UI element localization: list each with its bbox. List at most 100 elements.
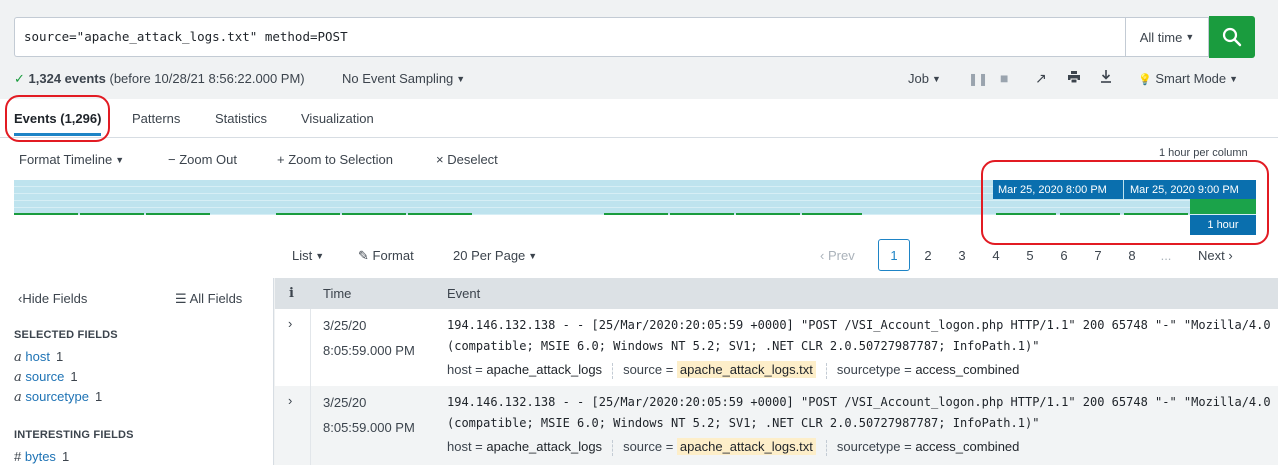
bulb-icon: 💡 [1138,74,1152,86]
field-value-host[interactable]: apache_attack_logs [486,362,602,377]
row-expander[interactable] [275,386,311,465]
close-icon: × [436,152,444,167]
field-separator [825,439,827,456]
event-date: 3/25/20 [323,395,367,410]
search-button[interactable] [1209,16,1255,58]
pause-icon[interactable]: ❚❚ [968,72,988,86]
field-item-source[interactable]: a source 1 [14,369,78,385]
timeline-bar[interactable] [736,213,800,215]
chevron-down-icon: ▼ [1185,32,1195,42]
field-value-host[interactable]: apache_attack_logs [486,439,602,454]
event-time: 8:05:59.000 PM [323,420,415,435]
field-item-bytes[interactable]: # bytes 1 [14,449,69,464]
next-page-button[interactable]: Next › [1198,248,1233,263]
stop-icon[interactable]: ■ [1000,70,1008,86]
search-mode-dropdown[interactable]: 💡 Smart Mode ▼ [1138,71,1238,86]
zoom-out-label: Zoom Out [179,152,238,167]
timeline-bar[interactable] [14,213,78,215]
format-timeline-label: Format Timeline [19,152,113,167]
field-item-host[interactable]: a host 1 [14,349,63,365]
hide-fields-button[interactable]: ‹Hide Fields [18,291,87,306]
chevron-left-icon: ‹ [820,248,825,263]
timeline-bar[interactable] [276,213,340,215]
per-page-label: 20 Per Page [453,248,526,263]
format-label: Format [372,248,414,263]
page-1-button[interactable]: 1 [878,239,910,271]
field-label: host = [447,362,483,377]
chevron-right-icon[interactable]: › [288,393,292,408]
event-timestamp: 3/25/20 8:05:59.000 PM [323,390,415,440]
page-number: 1 [890,247,898,263]
time-range-picker[interactable]: All time ▼ [1125,17,1209,57]
list-view-dropdown[interactable]: List ▼ [292,248,324,263]
search-input[interactable]: source="apache_attack_logs.txt" method=P… [14,17,1126,57]
job-menu[interactable]: Job ▼ [908,71,941,86]
string-type-icon: a [14,350,22,365]
field-count: 1 [61,449,70,464]
timeline-bar[interactable] [604,213,668,215]
events-table-header [275,278,1278,309]
chevron-down-icon: ▼ [1229,74,1239,84]
search-mode-label: Smart Mode [1155,71,1227,86]
field-label: host = [447,439,483,454]
timeline-bar[interactable] [670,213,734,215]
field-name[interactable]: sourcetype [25,389,89,404]
event-field-list: host = apache_attack_logs source = apache… [447,438,1019,456]
page-8-button[interactable]: 8 [1120,248,1144,263]
chevron-down-icon: ▼ [528,251,538,261]
timeline-bar[interactable] [80,213,144,215]
event-time: 8:05:59.000 PM [323,343,415,358]
field-name[interactable]: bytes [25,449,56,464]
zoom-to-selection-button[interactable]: + Zoom to Selection [277,152,393,167]
tab-patterns[interactable]: Patterns [132,111,180,126]
page-5-button[interactable]: 5 [1018,248,1042,263]
page-7-button[interactable]: 7 [1086,248,1110,263]
timeline-bar[interactable] [408,213,472,215]
timeline-bar[interactable] [146,213,210,215]
chevron-down-icon: ▼ [931,74,941,84]
format-timeline-dropdown[interactable]: Format Timeline ▼ [19,152,124,167]
deselect-button[interactable]: × Deselect [436,152,498,167]
search-icon [1222,27,1242,47]
field-item-sourcetype[interactable]: a sourcetype 1 [14,389,102,405]
zoom-selection-label: Zoom to Selection [288,152,393,167]
export-icon[interactable] [1100,70,1112,86]
time-column-header[interactable]: Time [323,286,351,301]
tab-visualization[interactable]: Visualization [301,111,374,126]
per-page-dropdown[interactable]: 20 Per Page ▼ [453,248,537,263]
selected-fields-heading: SELECTED FIELDS [14,329,118,341]
row-expander[interactable] [275,309,311,386]
minus-icon: − [168,152,176,167]
pencil-icon: ✎ [358,248,369,263]
tab-statistics[interactable]: Statistics [215,111,267,126]
page-6-button[interactable]: 6 [1052,248,1076,263]
timeline-bar[interactable] [802,213,862,215]
field-value-sourcetype[interactable]: access_combined [915,362,1019,377]
field-name[interactable]: host [25,349,50,364]
sampling-dropdown[interactable]: No Event Sampling ▼ [342,71,465,86]
field-name[interactable]: source [25,369,64,384]
chevron-right-icon: › [1228,248,1233,263]
field-separator [612,439,614,456]
zoom-out-button[interactable]: − Zoom Out [168,152,237,167]
interesting-fields-heading: INTERESTING FIELDS [14,429,134,441]
all-fields-button[interactable]: ☰ All Fields [175,291,242,307]
page-4-button[interactable]: 4 [984,248,1008,263]
annotation-highlight-timeline [981,160,1269,245]
timeline-bar[interactable] [342,213,406,215]
print-icon[interactable] [1068,71,1080,86]
job-label: Job [908,71,929,86]
events-note: (before 10/28/21 8:56:22.000 PM) [109,71,305,86]
page-3-button[interactable]: 3 [950,248,974,263]
share-icon[interactable]: ↗ [1035,70,1047,87]
list-icon: ☰ [175,291,187,306]
chevron-right-icon[interactable]: › [288,316,292,331]
field-value-source[interactable]: apache_attack_logs.txt [676,438,816,455]
field-value-source[interactable]: apache_attack_logs.txt [676,361,816,378]
page-2-button[interactable]: 2 [916,248,940,263]
format-button[interactable]: ✎ Format [358,248,414,264]
field-label: source = [623,439,674,454]
prev-page-button[interactable]: ‹ Prev [820,248,855,263]
field-value-sourcetype[interactable]: access_combined [915,439,1019,454]
chevron-down-icon: ▼ [115,155,125,165]
